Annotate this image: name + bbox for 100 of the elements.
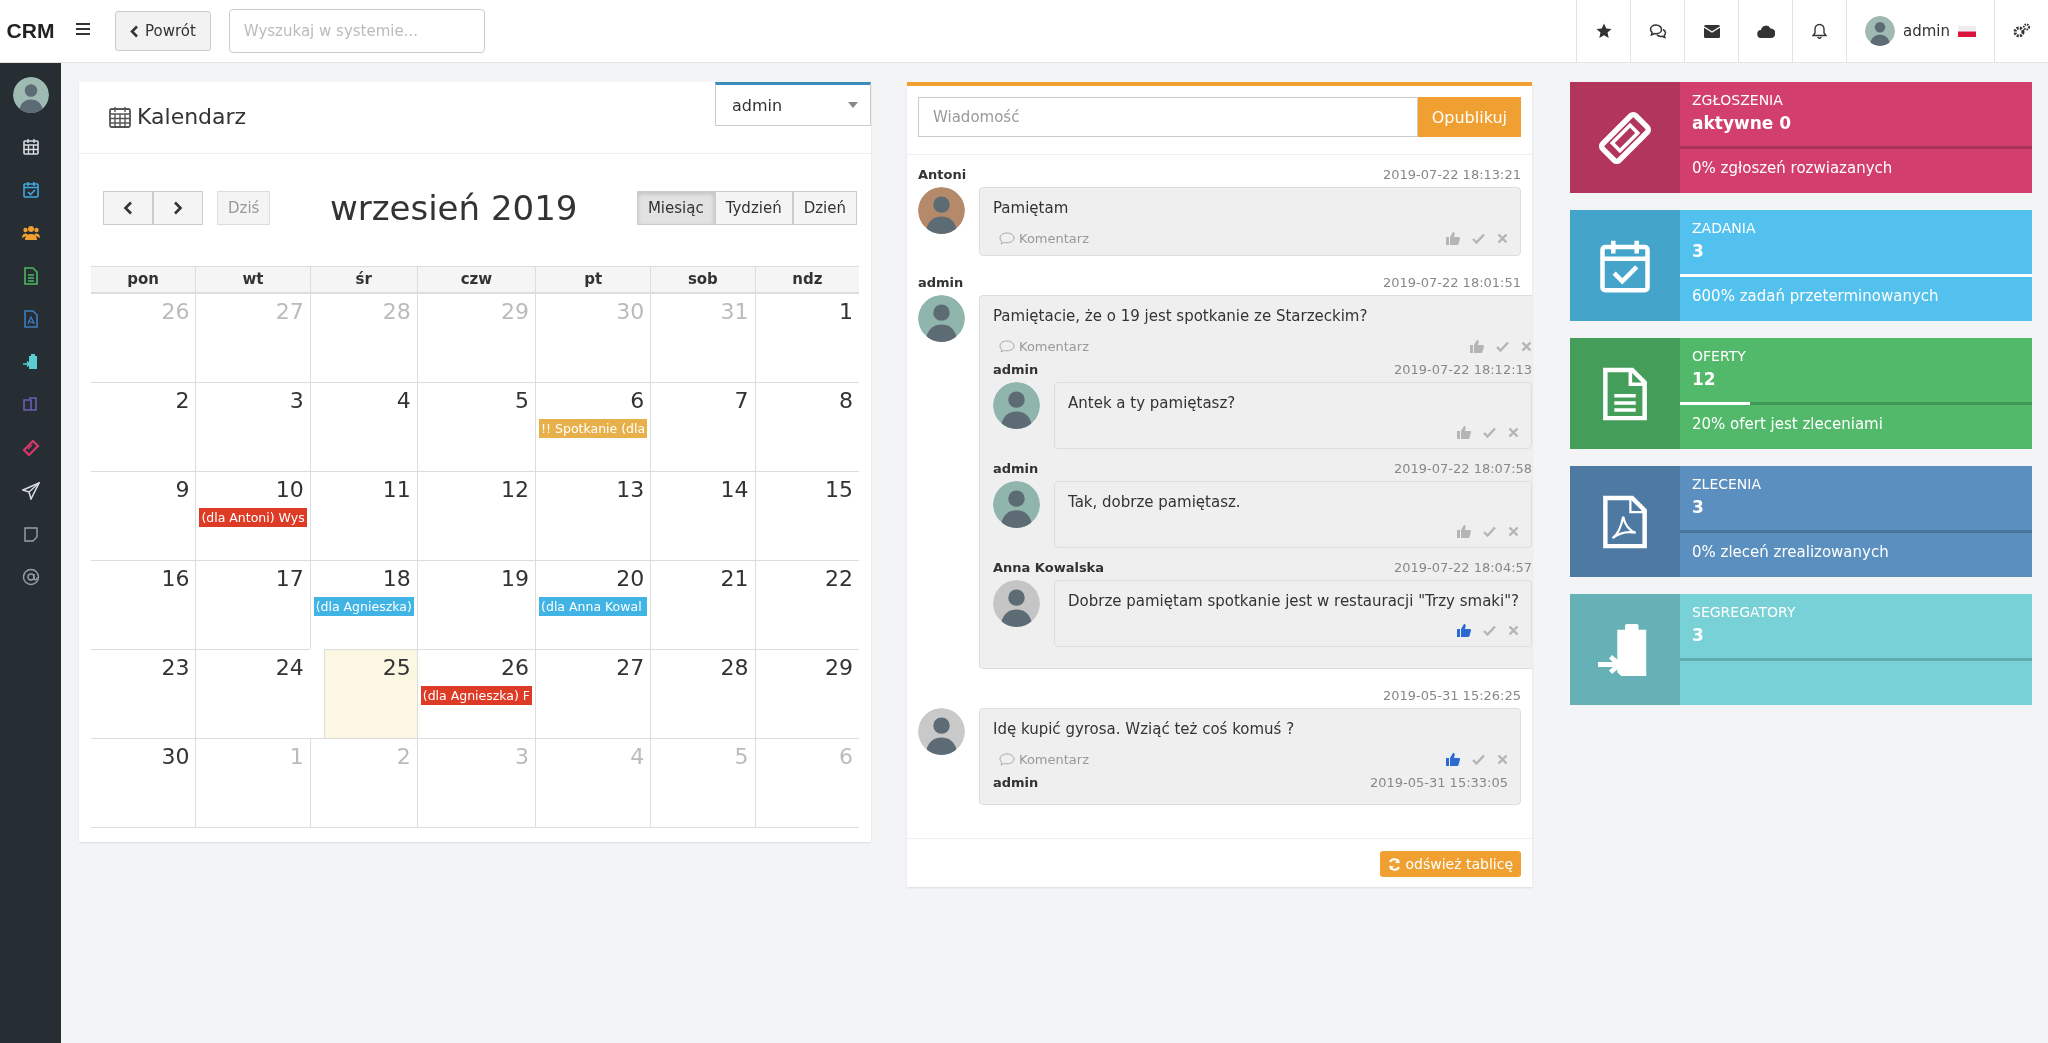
thumbs-up-icon[interactable] (1457, 426, 1472, 439)
message-field[interactable]: Wiadomość (918, 97, 1418, 137)
ticket-icon[interactable] (21, 439, 40, 457)
reply-author: admin (993, 461, 1039, 476)
day-number[interactable]: 17 (269, 561, 310, 591)
day-number[interactable]: 6 (624, 383, 651, 413)
day-number[interactable]: 12 (495, 472, 536, 502)
document-icon[interactable] (21, 267, 40, 285)
day-number[interactable]: 16 (155, 561, 196, 591)
close-icon[interactable] (1497, 233, 1508, 244)
check-icon[interactable] (1483, 427, 1497, 438)
day-number[interactable]: 21 (714, 561, 755, 591)
speech-bubble-icon (999, 340, 1015, 353)
at-sign-icon[interactable] (21, 568, 40, 586)
post-time: 2019-07-22 18:01:51 (1382, 275, 1521, 290)
star-icon (1595, 23, 1612, 39)
chat-icon (1648, 23, 1667, 39)
day-number[interactable]: 11 (376, 472, 417, 502)
pdf-document-icon[interactable] (21, 310, 40, 328)
day-number[interactable]: 15 (819, 472, 859, 502)
check-icon[interactable] (1472, 754, 1485, 765)
search-field[interactable]: Wyszukaj w systemie... (228, 9, 485, 53)
avatar (993, 580, 1040, 627)
day-number[interactable]: 10 (269, 472, 310, 502)
post-author: admin (918, 275, 964, 290)
users-icon[interactable] (21, 224, 40, 242)
day-number[interactable]: 1 (833, 294, 859, 324)
day-number[interactable]: 26 (495, 650, 536, 680)
day-number[interactable]: 2 (169, 383, 196, 413)
day-number[interactable]: 20 (610, 561, 651, 591)
day-number[interactable]: 4 (390, 383, 417, 413)
weekday-header: sob (650, 266, 755, 293)
day-number[interactable]: 28 (714, 650, 755, 680)
day-number[interactable]: 29 (819, 650, 859, 680)
thumbs-up-icon[interactable] (1457, 624, 1472, 637)
month-title: wrzesień 2019 (328, 188, 579, 228)
view-tab[interactable]: Tydzień (714, 191, 793, 225)
reply-author: admin (993, 775, 1039, 790)
check-icon[interactable] (1472, 233, 1485, 244)
calendar-event[interactable]: (dla Agnieszka) F (420, 686, 533, 705)
close-icon[interactable] (1508, 625, 1520, 636)
tile-value: 3 (1691, 240, 1705, 263)
day-number[interactable]: 7 (728, 383, 755, 413)
check-icon[interactable] (1496, 341, 1510, 352)
paper-plane-icon[interactable] (21, 482, 40, 500)
day-number[interactable]: 18 (376, 561, 417, 591)
day-number[interactable]: 3 (283, 383, 310, 413)
close-icon[interactable] (1521, 341, 1532, 352)
day-number[interactable]: 30 (155, 739, 196, 769)
close-icon[interactable] (1497, 754, 1508, 765)
weekday-header: pon (91, 266, 196, 293)
calendar-event[interactable]: (dla Antoni) Wys (199, 508, 307, 527)
day-number[interactable]: 8 (833, 383, 859, 413)
post-time: 2019-07-22 18:13:21 (1382, 167, 1521, 182)
close-icon[interactable] (1508, 427, 1520, 438)
tile-title: SEGREGATORY (1691, 603, 1797, 620)
check-icon[interactable] (1483, 625, 1497, 636)
note-icon[interactable] (21, 525, 40, 543)
tile-title: ZLECENIA (1691, 475, 1763, 492)
calendar-check-icon (1598, 238, 1652, 293)
day-number[interactable]: 23 (155, 650, 196, 680)
day-number[interactable]: 27 (610, 650, 651, 680)
calendar-icon[interactable] (21, 138, 40, 156)
refresh-icon (1388, 857, 1402, 871)
day-number[interactable]: 25 (376, 650, 417, 680)
post-time: 2019-05-31 15:26:25 (1382, 688, 1521, 703)
day-number[interactable]: 19 (495, 561, 536, 591)
view-tab[interactable]: Dzień (792, 191, 857, 225)
user-name[interactable]: admin (1903, 22, 1950, 40)
clipboard-arrow-icon[interactable] (21, 353, 40, 371)
day-number[interactable]: 9 (169, 472, 196, 502)
thumbs-up-icon[interactable] (1446, 753, 1460, 766)
back-button[interactable]: Powrót (115, 11, 211, 51)
user-select[interactable]: admin (715, 82, 871, 126)
day-number[interactable]: 24 (269, 650, 310, 680)
next-button[interactable] (153, 191, 203, 225)
stat-tile[interactable]: ZGŁOSZENIA aktywne 0 0% zgłoszeń rozwiazanych (1570, 82, 2032, 193)
flag-icon (1958, 25, 1976, 37)
previous-button[interactable] (103, 191, 153, 225)
view-tab[interactable]: Miesiąc (636, 191, 715, 225)
day-number[interactable]: 22 (819, 561, 859, 591)
reply-time: 2019-07-22 18:04:57 (1394, 560, 1532, 575)
brand-logo[interactable]: CRM (0, 19, 61, 43)
tile-footer: 20% ofert jest zleceniami (1680, 405, 2032, 443)
check-icon[interactable] (1483, 526, 1497, 537)
weekday-header: ndz (754, 266, 859, 293)
day-number[interactable]: 5 (509, 383, 536, 413)
avatar (918, 187, 965, 234)
thumbs-up-icon[interactable] (1457, 525, 1472, 538)
close-icon[interactable] (1508, 526, 1520, 537)
day-number[interactable]: 14 (714, 472, 755, 502)
copy-icon[interactable] (21, 396, 40, 414)
reply-author: admin (993, 362, 1039, 377)
chevron-left-icon (130, 24, 139, 38)
chevron-right-icon (173, 201, 183, 215)
thumbs-up-icon[interactable] (1446, 232, 1460, 245)
avatar (993, 382, 1040, 429)
calendar-check-icon[interactable] (21, 181, 40, 199)
thumbs-up-icon[interactable] (1470, 340, 1485, 353)
day-number[interactable]: 13 (610, 472, 651, 502)
